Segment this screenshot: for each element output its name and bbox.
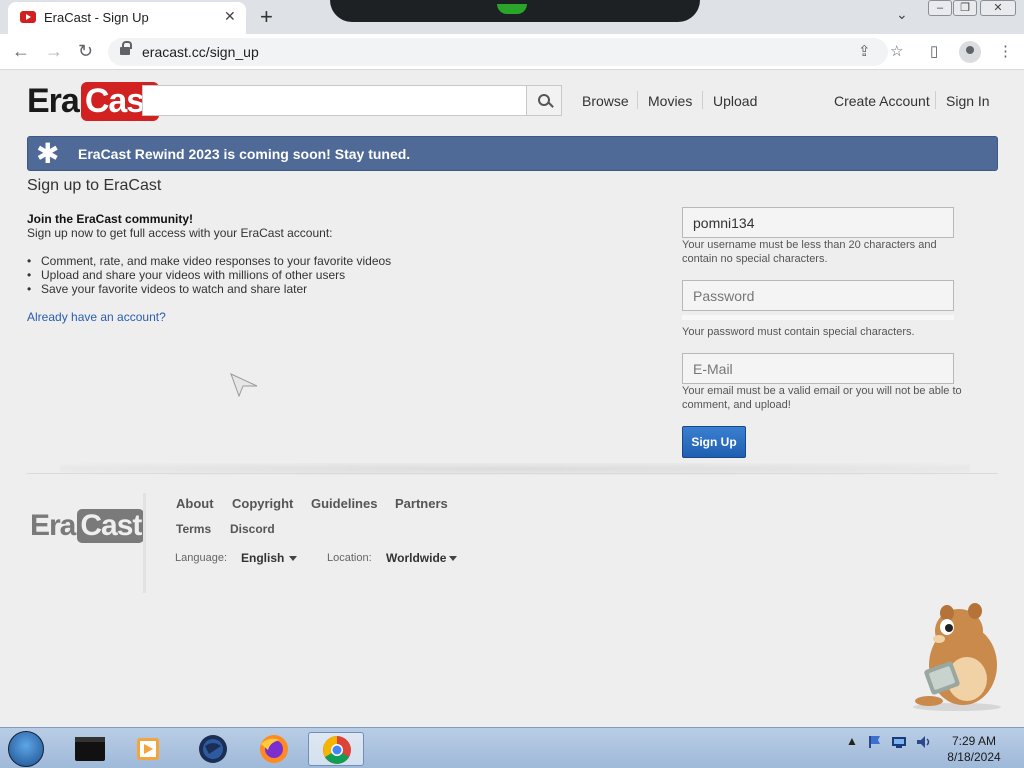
side-panel-icon[interactable]: ▯ [930,42,938,60]
nav-sign-in[interactable]: Sign In [946,93,990,109]
password-field[interactable]: Password [682,280,954,311]
nav-divider [702,91,703,109]
username-hint: Your username must be less than 20 chara… [682,239,937,265]
media-player-icon [137,738,159,760]
tab-search-button[interactable]: ⌄ [896,6,908,23]
restore-button[interactable]: ❐ [953,0,977,16]
browser-toolbar: ← → ↻ eracast.cc/sign_up ⇪ ☆ ▯ ⋮ [0,34,1024,70]
email-field[interactable]: E-Mail [682,353,954,384]
list-item: Comment, rate, and make video responses … [27,254,391,268]
asterisk-icon: ✱ [36,138,60,169]
reload-button[interactable]: ↻ [78,41,93,62]
page-title: Sign up to EraCast [27,177,162,194]
footer-logo[interactable]: Era Cast [30,509,145,543]
start-button[interactable] [8,731,44,767]
close-tab-icon[interactable]: ✕ [224,8,236,25]
join-heading: Join the EraCast community! [27,212,194,226]
chrome-icon [323,736,351,764]
chevron-down-icon[interactable] [289,556,297,561]
youtube-favicon-icon [20,11,36,23]
nav-create-account[interactable]: Create Account [834,93,930,109]
browser-tabstrip: EraCast - Sign Up ✕ + ⌄ – ❐ ✕ [0,0,1024,34]
email-hint: Your email must be a valid email or you … [682,385,962,411]
sign-up-button[interactable]: Sign Up [682,426,746,458]
firefox-icon [260,735,288,763]
benefits-list: Comment, rate, and make video responses … [27,254,391,296]
search-input[interactable] [142,85,528,116]
username-field[interactable]: pomni134 [682,207,954,238]
taskbar-app-browser-globe[interactable] [185,732,241,766]
footer-logo-era: Era [30,509,76,542]
tab-eracast-sign-up[interactable]: EraCast - Sign Up ✕ [8,2,246,34]
footer-link-about[interactable]: About [176,496,214,511]
search-button[interactable] [526,85,562,116]
nav-divider [637,91,638,109]
windows-taskbar: ▲ 7:29 AM 8/18/2024 [0,727,1024,768]
footer-link-terms[interactable]: Terms [176,522,211,536]
already-have-account-link[interactable]: Already have an account? [27,310,166,324]
terminal-icon [75,737,105,761]
nav-movies[interactable]: Movies [648,93,692,109]
tab-title: EraCast - Sign Up [44,10,149,25]
nav-divider [935,91,936,109]
password-hint: Your password must contain special chara… [682,326,915,338]
action-center-flag-icon[interactable] [866,734,882,750]
new-tab-button[interactable]: + [260,4,273,30]
eracast-logo[interactable]: Era Cast [27,81,159,121]
footer-link-copyright[interactable]: Copyright [232,496,293,511]
network-icon[interactable] [891,734,907,750]
minimize-button[interactable]: – [928,0,952,16]
eracast-page: Era Cast Browse Movies Upload Create Acco… [0,71,1024,727]
taskbar-app-firefox[interactable] [246,732,302,766]
taskbar-app-chrome[interactable] [308,732,364,766]
footer-link-guidelines[interactable]: Guidelines [311,496,377,511]
taskbar-app-terminal[interactable] [62,732,118,766]
announcement-banner: ✱ EraCast Rewind 2023 is coming soon! St… [27,136,998,171]
footer-link-partners[interactable]: Partners [395,496,448,511]
list-item: Upload and share your videos with millio… [27,268,391,282]
show-hidden-icons-button[interactable]: ▲ [846,734,858,748]
url-text[interactable]: eracast.cc/sign_up [142,44,259,60]
language-select[interactable]: English [241,551,284,565]
footer-vertical-divider [143,493,146,593]
footer-link-discord[interactable]: Discord [230,522,275,536]
chevron-down-icon[interactable] [449,556,457,561]
nav-upload[interactable]: Upload [713,93,757,109]
share-icon[interactable]: ⇪ [858,42,871,60]
mouse-cursor-icon [230,373,258,397]
clock-time: 7:29 AM [951,734,997,748]
location-select[interactable]: Worldwide [386,551,446,565]
forward-button[interactable]: → [45,41,63,62]
password-strength-bar [682,315,954,320]
bookmark-star-icon[interactable]: ☆ [890,42,903,60]
lock-icon[interactable] [120,41,132,57]
volume-icon[interactable] [915,734,931,750]
list-item: Save your favorite videos to watch and s… [27,282,391,296]
back-button[interactable]: ← [12,41,30,62]
banner-text: EraCast Rewind 2023 is coming soon! Stay… [78,146,411,162]
globe-icon [199,735,227,763]
close-window-button[interactable]: ✕ [980,0,1016,16]
system-clock[interactable]: 7:29 AM 8/18/2024 [940,733,1008,765]
footer-logo-cast: Cast [77,509,145,543]
profile-avatar-icon[interactable] [959,41,981,63]
language-label: Language: [175,552,227,564]
browser-menu-icon[interactable]: ⋮ [998,42,1013,60]
logo-era: Era [27,81,80,120]
taskbar-app-media-player[interactable] [120,732,176,766]
join-subtext: Sign up now to get full access with your… [27,226,333,240]
location-label: Location: [327,552,372,564]
hamster-mascot-icon [913,603,1001,711]
nav-browse[interactable]: Browse [582,93,629,109]
address-bar[interactable]: eracast.cc/sign_up [108,38,888,66]
footer-divider [27,473,998,474]
clock-date: 8/18/2024 [947,750,1001,764]
